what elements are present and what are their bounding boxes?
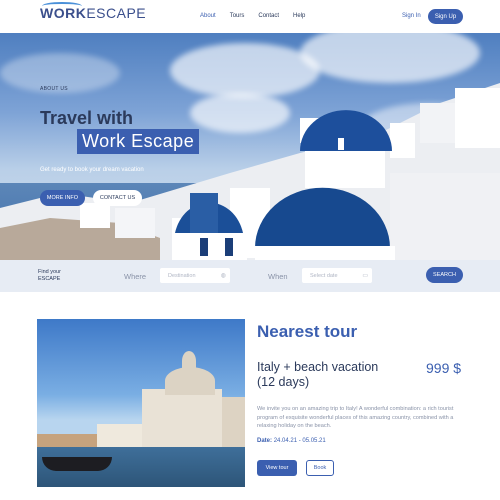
nav-item-help[interactable]: Help — [293, 13, 305, 19]
sign-in-link[interactable]: Sign In — [402, 13, 421, 19]
search-bar: Find your ESCAPE Where Destination ◍ Whe… — [0, 260, 500, 292]
hero-title-line2: Work Escape — [77, 129, 200, 154]
tour-title-line2: (12 days) — [257, 375, 310, 389]
destination-input[interactable]: Destination ◍ — [160, 268, 230, 283]
nav-item-tours[interactable]: Tours — [230, 13, 245, 19]
tour-description: We invite you on an amazing trip to Ital… — [257, 406, 454, 429]
tour-price: 999 $ — [426, 360, 462, 376]
hero-title-line1: Travel with — [40, 108, 134, 128]
search-button[interactable]: SEARCH — [426, 267, 463, 283]
find-escape-label: Find your ESCAPE — [38, 269, 61, 283]
hero-subtitle: Get ready to book your dream vacation — [40, 167, 144, 173]
destination-placeholder: Destination — [168, 273, 196, 279]
find-label-line2: ESCAPE — [38, 276, 61, 282]
book-button[interactable]: Book — [306, 460, 334, 476]
tour-dates: Date: 24.04.21 - 05.05.21 — [257, 438, 326, 444]
santorini-scene-image — [0, 83, 500, 260]
globe-icon: ◍ — [220, 273, 226, 279]
date-placeholder: Select date — [310, 273, 338, 279]
tour-title-line1: Italy + beach vacation — [257, 360, 379, 374]
logo-text-rest: ESCAPE — [86, 5, 147, 21]
basilica-lantern — [182, 351, 196, 371]
more-info-button[interactable]: MORE INFO — [40, 190, 85, 206]
when-label: When — [268, 272, 288, 281]
nav-item-about[interactable]: About — [200, 13, 216, 19]
date-label: Date: — [257, 438, 273, 444]
find-label-line1: Find your — [38, 269, 61, 275]
date-input[interactable]: Select date ▭ — [302, 268, 372, 283]
date-value: 24.04.21 - 05.05.21 — [273, 438, 326, 444]
nav-item-contact[interactable]: Contact — [258, 13, 279, 19]
calendar-icon: ▭ — [362, 273, 368, 279]
hero-banner: ABOUT US Travel with Work Escape Get rea… — [0, 33, 500, 260]
side-building — [222, 397, 245, 449]
section-title: Nearest tour — [257, 322, 358, 341]
basilica-building — [142, 389, 222, 451]
top-navbar: WORKESCAPE About Tours Contact Help Sign… — [0, 0, 500, 33]
view-tour-button[interactable]: View tour — [257, 460, 297, 476]
main-menu: About Tours Contact Help — [200, 13, 305, 19]
basilica-dome — [165, 367, 215, 395]
sign-up-button[interactable]: Sign Up — [428, 9, 463, 24]
hero-eyebrow: ABOUT US — [40, 86, 68, 92]
gondola — [42, 457, 112, 471]
tour-title: Italy + beach vacation (12 days) — [257, 360, 378, 390]
contact-us-button[interactable]: CONTACT US — [93, 190, 142, 206]
where-label: Where — [124, 272, 147, 281]
logo-swoosh-icon — [42, 2, 82, 10]
brand-logo[interactable]: WORKESCAPE — [40, 2, 147, 21]
venice-tour-image — [37, 319, 245, 487]
